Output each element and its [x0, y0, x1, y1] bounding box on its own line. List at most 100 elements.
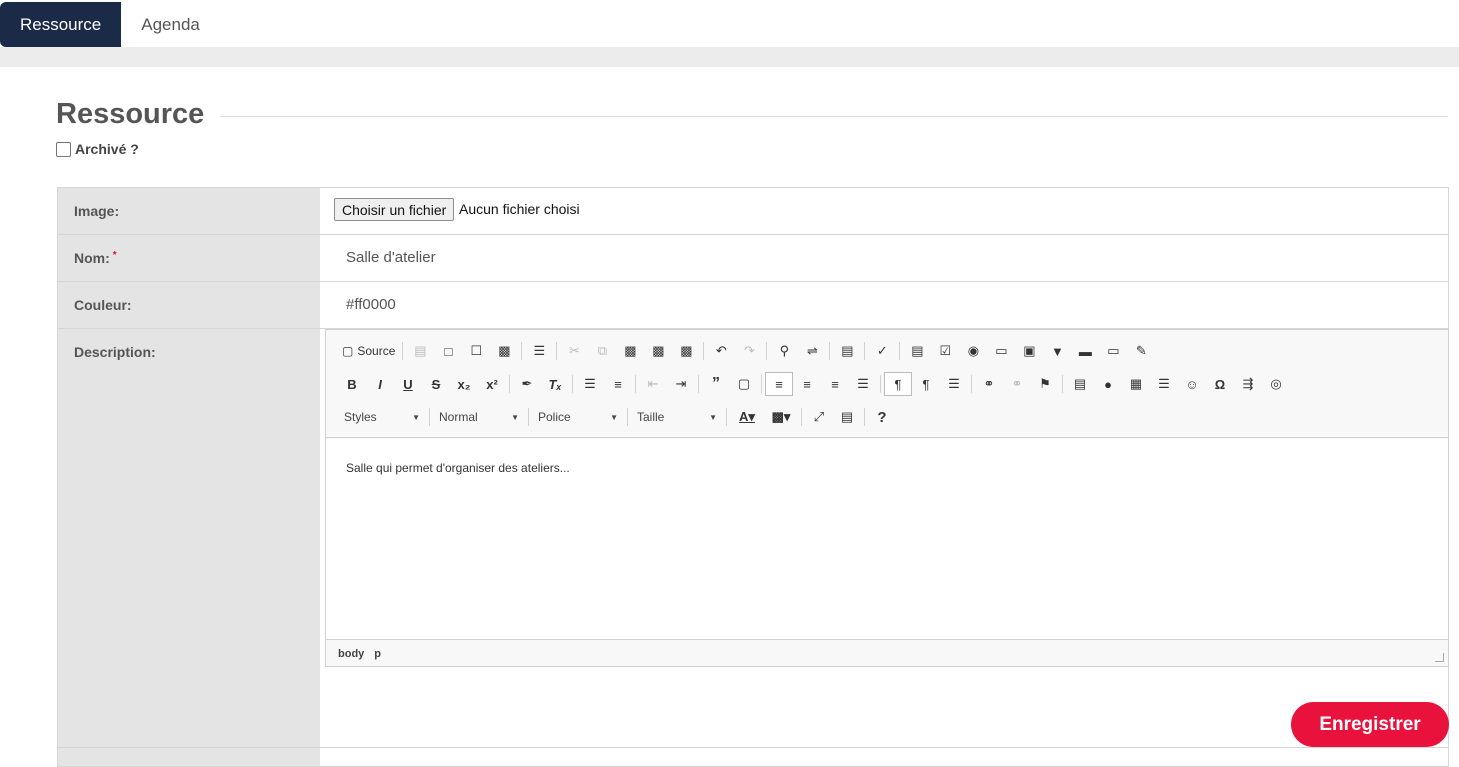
paste-text-icon[interactable]: ▩	[644, 339, 672, 363]
smiley-icon[interactable]: ☺	[1178, 372, 1206, 396]
toolbar-row-3: Styles ▼ Normal ▼ Police ▼ Taille ▼ A▾ ▩▾ ⤢ …	[338, 405, 896, 429]
align-right-icon[interactable]: ≡	[821, 372, 849, 396]
couleur-input[interactable]: #ff0000	[346, 296, 396, 313]
superscript-icon[interactable]: x²	[478, 372, 506, 396]
format-combo[interactable]: Normal ▼	[433, 406, 525, 428]
numbered-list-icon[interactable]: ☰	[576, 372, 604, 396]
find-icon[interactable]: ⚲	[770, 339, 798, 363]
align-left-icon[interactable]: ≡	[765, 372, 793, 396]
help-icon[interactable]: ?	[868, 405, 896, 429]
archive-toggle[interactable]: Archivé ?	[56, 141, 139, 157]
anchor-flag-icon[interactable]: ⚑	[1031, 372, 1059, 396]
omega-icon[interactable]: Ω	[1206, 372, 1234, 396]
cut-icon[interactable]: ✂	[560, 339, 588, 363]
new-page-icon[interactable]: □	[434, 339, 462, 363]
chevron-down-icon: ▼	[709, 412, 717, 422]
editor-content[interactable]: Salle qui permet d'organiser des atelier…	[326, 439, 1448, 639]
image-label: Image:	[74, 203, 120, 219]
subscript-icon[interactable]: x₂	[450, 372, 478, 396]
italic-icon[interactable]: I	[366, 372, 394, 396]
textarea-icon[interactable]: ▣	[1015, 339, 1043, 363]
text-color-icon[interactable]: A▾	[730, 405, 764, 429]
hidden-field-icon[interactable]: ✎	[1127, 339, 1155, 363]
horizontal-rule-icon[interactable]: ☰	[1150, 372, 1178, 396]
font-combo[interactable]: Police ▼	[532, 406, 624, 428]
toolbar-separator	[726, 408, 727, 426]
bullet-list-icon[interactable]: ≡	[604, 372, 632, 396]
bold-icon[interactable]: B	[338, 372, 366, 396]
select-all-icon[interactable]: ▤	[833, 339, 861, 363]
paste-word-icon[interactable]: ▩	[672, 339, 700, 363]
toolbar-separator	[556, 342, 558, 360]
bg-color-icon[interactable]: ▩▾	[764, 405, 798, 429]
div-icon[interactable]: ▢	[730, 372, 758, 396]
indent-icon[interactable]: ⇥	[667, 372, 695, 396]
underline-icon[interactable]: U	[394, 372, 422, 396]
paste-icon[interactable]: ▩	[616, 339, 644, 363]
unlink-icon[interactable]: ⚭	[1003, 372, 1031, 396]
toolbar-separator	[521, 342, 523, 360]
styles-label: Styles	[344, 410, 377, 424]
toolbar-separator	[880, 375, 881, 393]
textfield-icon[interactable]: ▭	[987, 339, 1015, 363]
save-icon[interactable]: ▤	[406, 339, 434, 363]
size-label: Taille	[637, 410, 665, 424]
iframe-globe-icon[interactable]: ◎	[1262, 372, 1290, 396]
couleur-label: Couleur:	[74, 297, 132, 313]
archive-checkbox[interactable]	[56, 141, 71, 157]
nom-label-text: Nom:	[74, 250, 110, 266]
path-p[interactable]: p	[374, 648, 381, 660]
source-button[interactable]: ▢ Source	[338, 339, 399, 363]
tab-agenda[interactable]: Agenda	[121, 2, 220, 47]
tab-ressource[interactable]: Ressource	[0, 2, 122, 47]
undo-icon[interactable]: ↶	[707, 339, 735, 363]
blockquote-icon[interactable]: ”	[702, 372, 730, 396]
nom-label: Nom: *	[74, 250, 117, 266]
archive-label: Archivé ?	[75, 141, 139, 157]
radio-icon[interactable]: ◉	[959, 339, 987, 363]
preview-icon[interactable]: ☐	[462, 339, 490, 363]
editor-paragraph[interactable]: Salle qui permet d'organiser des atelier…	[346, 461, 570, 475]
flash-icon[interactable]: ●	[1094, 372, 1122, 396]
replace-icon[interactable]: ⇌	[798, 339, 826, 363]
redo-icon[interactable]: ↷	[735, 339, 763, 363]
maximize-icon[interactable]: ⤢	[805, 405, 833, 429]
align-center-icon[interactable]: ≡	[793, 372, 821, 396]
required-mark: *	[112, 250, 117, 261]
toolbar-row-2: B I U S x₂ x² ✒ Tₓ ☰ ≡ ⇤ ⇥ ” ▢ ≡ ≡ ≡ ☰ ¶…	[338, 372, 1290, 396]
spellcheck-icon[interactable]: ✓	[868, 339, 896, 363]
language-icon[interactable]: ☰	[940, 372, 968, 396]
ltr-icon[interactable]: ¶	[884, 372, 912, 396]
show-blocks-icon[interactable]: ▤	[833, 405, 861, 429]
remove-format-icon[interactable]: Tₓ	[541, 372, 569, 396]
choose-file-button[interactable]: Choisir un fichier	[334, 198, 455, 221]
button-field-icon[interactable]: ▬	[1071, 339, 1099, 363]
row-couleur: Couleur: #ff0000	[58, 282, 1448, 329]
outdent-icon[interactable]: ⇤	[639, 372, 667, 396]
size-combo[interactable]: Taille ▼	[631, 406, 723, 428]
resize-grip-icon[interactable]	[1435, 653, 1444, 662]
section-heading: Ressource	[56, 98, 1448, 131]
copy-format-icon[interactable]: ✒	[513, 372, 541, 396]
image-button-icon[interactable]: ▭	[1099, 339, 1127, 363]
save-button[interactable]: Enregistrer	[1291, 702, 1449, 747]
tab-strip	[0, 47, 1459, 67]
table-icon[interactable]: ▦	[1122, 372, 1150, 396]
print-icon[interactable]: ▩	[490, 339, 518, 363]
nom-input[interactable]: Salle d'atelier	[346, 249, 436, 266]
rtl-icon[interactable]: ¶	[912, 372, 940, 396]
toolbar-separator	[429, 408, 430, 426]
checkbox-icon[interactable]: ☑	[931, 339, 959, 363]
path-body[interactable]: body	[338, 648, 364, 660]
strike-icon[interactable]: S	[422, 372, 450, 396]
page-break-icon[interactable]: ⇶	[1234, 372, 1262, 396]
styles-combo[interactable]: Styles ▼	[338, 406, 426, 428]
image-icon[interactable]: ▤	[1066, 372, 1094, 396]
templates-icon[interactable]: ☰	[525, 339, 553, 363]
select-field-icon[interactable]: ▼	[1043, 339, 1071, 363]
justify-icon[interactable]: ☰	[849, 372, 877, 396]
link-icon[interactable]: ⚭	[975, 372, 1003, 396]
tab-list: Ressource Agenda	[0, 2, 220, 47]
form-icon[interactable]: ▤	[903, 339, 931, 363]
copy-icon[interactable]: ⧉	[588, 339, 616, 363]
